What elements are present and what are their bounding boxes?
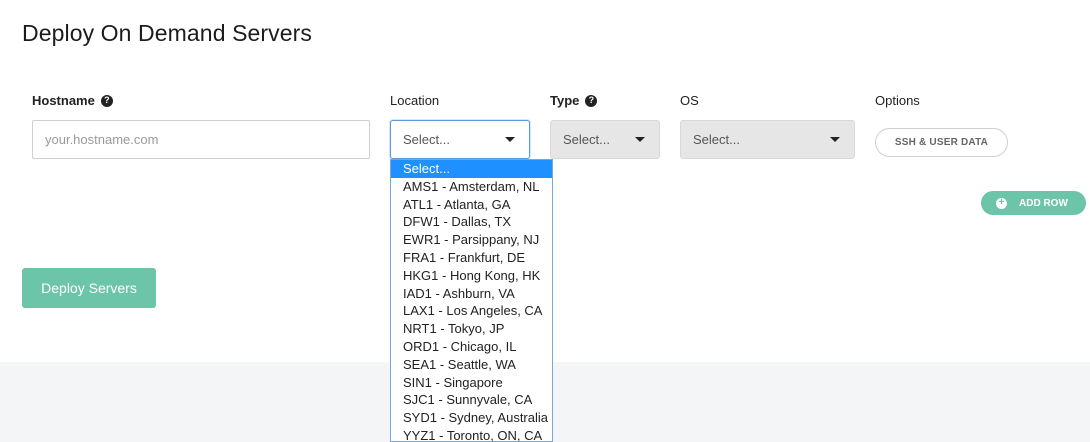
dropdown-option[interactable]: LAX1 - Los Angeles, CA: [391, 302, 552, 320]
dropdown-option[interactable]: DFW1 - Dallas, TX: [391, 213, 552, 231]
location-select[interactable]: Select...: [390, 120, 530, 159]
dropdown-option[interactable]: SJC1 - Sunnyvale, CA: [391, 391, 552, 409]
dropdown-option[interactable]: ORD1 - Chicago, IL: [391, 338, 552, 356]
os-select-value: Select...: [693, 132, 740, 147]
hostname-label-group: Hostname ?: [32, 93, 113, 108]
help-icon[interactable]: ?: [100, 94, 113, 107]
dropdown-option[interactable]: SIN1 - Singapore: [391, 374, 552, 392]
dropdown-option[interactable]: YYZ1 - Toronto, ON, CA: [391, 427, 552, 441]
chevron-down-icon: [830, 137, 840, 142]
ssh-user-data-button[interactable]: SSH & USER DATA: [875, 128, 1008, 157]
chevron-down-icon: [635, 137, 645, 142]
location-select-value: Select...: [403, 132, 450, 147]
dropdown-option[interactable]: SYD1 - Sydney, Australia: [391, 409, 552, 427]
options-label: Options: [875, 93, 920, 108]
location-label: Location: [390, 93, 440, 108]
plus-icon: +: [996, 197, 1007, 209]
add-row-button[interactable]: + ADD ROW: [981, 191, 1086, 215]
add-row-label: ADD ROW: [1019, 197, 1068, 209]
dropdown-option[interactable]: HKG1 - Hong Kong, HK: [391, 267, 552, 285]
dropdown-option[interactable]: AMS1 - Amsterdam, NL: [391, 178, 552, 196]
hostname-label: Hostname: [32, 93, 95, 108]
os-select[interactable]: Select...: [680, 120, 855, 159]
deploy-servers-button[interactable]: Deploy Servers: [22, 268, 156, 308]
type-label: Type: [550, 93, 580, 108]
type-label-group: Type ?: [550, 93, 598, 108]
dropdown-option[interactable]: SEA1 - Seattle, WA: [391, 356, 552, 374]
page-title: Deploy On Demand Servers: [22, 20, 313, 46]
os-label: OS: [680, 93, 699, 108]
dropdown-option[interactable]: NRT1 - Tokyo, JP: [391, 320, 552, 338]
dropdown-option[interactable]: Select...: [391, 160, 552, 178]
location-dropdown-list[interactable]: Select... AMS1 - Amsterdam, NL ATL1 - Atla…: [390, 159, 553, 442]
help-icon[interactable]: ?: [585, 94, 598, 107]
type-select-value: Select...: [563, 132, 610, 147]
dropdown-option[interactable]: EWR1 - Parsippany, NJ: [391, 231, 552, 249]
dropdown-option[interactable]: IAD1 - Ashburn, VA: [391, 285, 552, 303]
chevron-down-icon: [505, 137, 515, 142]
dropdown-option[interactable]: FRA1 - Frankfurt, DE: [391, 249, 552, 267]
dropdown-option[interactable]: ATL1 - Atlanta, GA: [391, 196, 552, 214]
type-select[interactable]: Select...: [550, 120, 660, 159]
hostname-input[interactable]: [32, 120, 370, 159]
